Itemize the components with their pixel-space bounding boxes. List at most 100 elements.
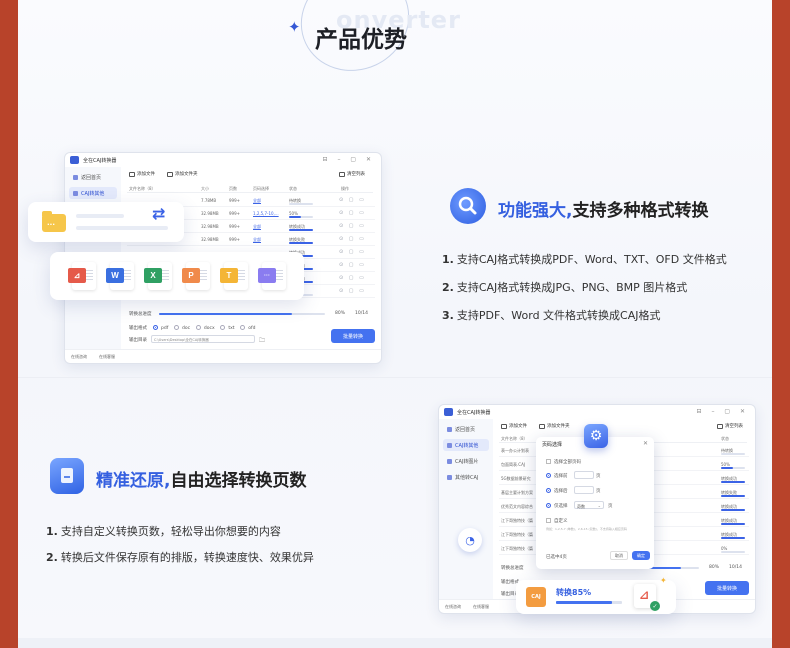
- radio-txt[interactable]: [220, 325, 226, 330]
- app-logo-icon: [444, 408, 453, 416]
- online-service-link[interactable]: 在线客服: [473, 604, 489, 610]
- radio-doc[interactable]: [174, 325, 180, 330]
- output-format-label: 输出格式: [129, 326, 147, 331]
- page-range-link[interactable]: 全部: [253, 237, 261, 243]
- page-range-link[interactable]: 全部: [253, 224, 261, 230]
- clear-list-button[interactable]: 清空列表: [717, 421, 743, 431]
- file-size: 32.98MB: [201, 224, 219, 229]
- overall-count: 10/14: [729, 565, 742, 570]
- sidebar-item-caj-to-other[interactable]: CAJ转其他: [69, 187, 117, 199]
- skeleton-line: [76, 214, 124, 218]
- overall-progress-label: 转换总进度: [129, 312, 152, 317]
- convert-icon: [73, 190, 78, 196]
- folder-icon: ···: [42, 211, 66, 232]
- window-controls[interactable]: ⊟ – ▢ ✕: [323, 156, 375, 163]
- page-count: 999+: [229, 198, 240, 203]
- clear-list-button[interactable]: 清空列表: [339, 169, 365, 179]
- row-progress-bar: [721, 495, 745, 497]
- row-actions-icon[interactable]: ⊙ ▢ ▭: [339, 249, 366, 255]
- title-bar: 全在CAJ转换器 ⊟ – ▢ ✕: [65, 153, 381, 167]
- online-service-link[interactable]: 在线客服: [99, 354, 115, 360]
- folder-sync-card: ··· ⇄: [28, 202, 184, 242]
- dialog-ok-button[interactable]: 确定: [632, 551, 650, 560]
- row-progress-bar: [721, 481, 745, 483]
- batch-convert-button[interactable]: 批量转换: [705, 581, 749, 595]
- batch-convert-button[interactable]: 批量转换: [331, 329, 375, 343]
- add-folder-button[interactable]: 添加文件夹: [167, 171, 198, 177]
- file-size: 32.98MB: [201, 237, 219, 242]
- file-name: 基层主要计划方案: [501, 490, 533, 495]
- feature1-item-2: 2. 支持CAJ格式转换成JPG、PNG、BMP 图片格式: [442, 281, 688, 294]
- unit-label: 页: [608, 504, 613, 509]
- window-controls[interactable]: ⊟ – ▢ ✕: [697, 408, 749, 415]
- radio-ofd[interactable]: [240, 325, 246, 330]
- online-consult-link[interactable]: 在线咨询: [71, 354, 87, 360]
- sidebar-item-caj-to-other[interactable]: CAJ转其他: [443, 439, 489, 451]
- format-radio-group[interactable]: pdf doc docx txt ofd: [153, 325, 256, 331]
- sidebar-item-caj-to-image[interactable]: CAJ转图片: [443, 455, 489, 467]
- row-actions-icon[interactable]: ⊙ ▢ ▭: [339, 275, 366, 281]
- row-actions-icon[interactable]: ⊙ ▢ ▭: [339, 288, 366, 294]
- table-header: 文件名称（8） 大小 页数 页码选择 状态 操作: [127, 185, 373, 193]
- toast-progress-bar: [556, 601, 622, 604]
- row-progress-bar: [721, 509, 745, 511]
- select-last-option[interactable]: 选择后: [546, 488, 568, 494]
- row-actions-icon[interactable]: ⊙ ▢ ▭: [339, 236, 366, 242]
- dialog-close-icon[interactable]: ✕: [643, 440, 648, 447]
- row-progress-bar: [289, 216, 313, 218]
- overall-percent: 80%: [335, 311, 346, 316]
- unit-label: 页: [596, 489, 601, 494]
- row-actions-icon[interactable]: ⊙ ▢ ▭: [339, 223, 366, 229]
- select-first-option[interactable]: 选择前: [546, 473, 568, 479]
- pdf-glyph-icon: ⊿: [639, 588, 650, 602]
- output-dir-label: 输出目录: [129, 338, 147, 343]
- app-title: 全在CAJ转换器: [83, 157, 117, 164]
- file-icon: [129, 171, 135, 177]
- pdf-format-icon: ⊿: [68, 262, 96, 290]
- online-consult-link[interactable]: 在线咨询: [445, 604, 461, 610]
- file-name: 江下哥独特技（篇: [501, 546, 533, 551]
- sidebar-item-home[interactable]: 返回首页: [69, 171, 117, 183]
- file-name: 江下哥独特技（篇: [501, 532, 533, 537]
- dialog-cancel-button[interactable]: 取消: [610, 551, 628, 560]
- add-folder-button[interactable]: 添加文件夹: [539, 423, 570, 429]
- page-count: 999+: [229, 211, 240, 216]
- check-icon: ✓: [650, 601, 660, 611]
- word-format-icon: W: [106, 262, 134, 290]
- feature1-title: 功能强大,支持多种格式转换: [498, 201, 709, 221]
- add-file-button[interactable]: 添加文件: [129, 171, 155, 177]
- row-actions-icon[interactable]: ⊙ ▢ ▭: [339, 197, 366, 203]
- last-pages-input[interactable]: [574, 486, 594, 494]
- file-size: 7.78MB: [201, 198, 217, 203]
- sidebar-item-other-to-caj[interactable]: 其他转CAJ: [443, 471, 489, 483]
- select-only-option[interactable]: 仅选择: [546, 503, 568, 509]
- file-name: 包面简表.CAJ: [501, 462, 525, 467]
- select-all-checkbox[interactable]: 选择全部页码: [546, 459, 581, 465]
- file-name: 江下哥独特技（篇: [501, 518, 533, 523]
- file-name: 表一办公计划表: [501, 448, 529, 453]
- row-progress-bar: [721, 467, 745, 469]
- txt-format-icon: T: [220, 262, 248, 290]
- radio-pdf[interactable]: [153, 325, 158, 330]
- row-actions-icon[interactable]: ⊙ ▢ ▭: [339, 210, 366, 216]
- page-range-link[interactable]: 1,2,5,7-10,...: [253, 211, 279, 216]
- selected-count: 已选中4页: [546, 555, 567, 560]
- custom-checkbox[interactable]: 自定义: [546, 518, 568, 524]
- radio-docx[interactable]: [195, 325, 201, 330]
- output-dir-field[interactable]: C:\Users\Desktop\全在CAJ转换器: [151, 335, 255, 343]
- add-file-button[interactable]: 添加文件: [501, 423, 527, 429]
- more-format-icon: ···: [258, 262, 286, 290]
- odd-even-select[interactable]: 奇数 ⌄: [574, 501, 604, 509]
- home-icon: [73, 174, 78, 180]
- sidebar-item-home[interactable]: 返回首页: [443, 423, 489, 435]
- folder-icon: [167, 171, 173, 177]
- page-range-link[interactable]: 全部: [253, 198, 261, 204]
- feature2-title: 精准还原,自由选择转换页数: [96, 471, 307, 491]
- browse-folder-icon[interactable]: 🗀: [259, 336, 265, 346]
- row-progress-bar: [721, 523, 745, 525]
- unit-label: 页: [596, 474, 601, 479]
- title-bar: 全在CAJ转换器 ⊟ – ▢ ✕: [439, 405, 755, 419]
- promo-page: onverter ✦ 产品优势 全在CAJ转换器 ⊟ – ▢ ✕ 返回首页 CA…: [18, 0, 772, 648]
- row-actions-icon[interactable]: ⊙ ▢ ▭: [339, 262, 366, 268]
- first-pages-input[interactable]: [574, 471, 594, 479]
